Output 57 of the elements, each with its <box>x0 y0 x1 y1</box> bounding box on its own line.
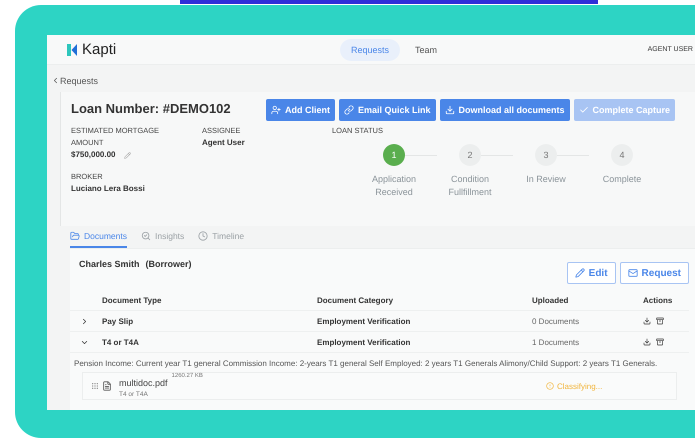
user-plus-icon <box>271 105 281 115</box>
action-button[interactable]: Add Client <box>266 99 335 121</box>
chevron-left-icon <box>51 76 60 85</box>
table-cell-text: Employment Verification <box>317 316 412 326</box>
step-circle: 1 <box>383 144 405 166</box>
file-name: multidoc.pdf <box>119 378 168 388</box>
field-value: Luciano Lera Bossi <box>71 183 146 195</box>
folder-icon <box>70 231 80 241</box>
step-label: Condition Fullfillment <box>447 173 492 199</box>
nav-tab[interactable]: Requests <box>340 38 400 60</box>
file-icon <box>102 381 112 391</box>
search-icon <box>141 231 151 241</box>
download-icon[interactable] <box>643 338 651 346</box>
field-value: $750,000.00 <box>71 149 202 161</box>
outline-button[interactable]: Edit <box>566 262 616 284</box>
tab[interactable]: Insights <box>141 226 184 248</box>
logo-icon <box>67 44 78 56</box>
row-description: Pension Income: Current year T1 general Commission Income: 2-years T1 general Self Employed: 2 years T1 Generals Alimony/Child Support: 2 years T1 Generals. <box>73 358 658 368</box>
pencil-icon <box>574 268 585 278</box>
column-header: Actions <box>643 296 674 304</box>
archive-icon[interactable] <box>656 338 664 346</box>
column-header: Uploaded <box>532 296 570 304</box>
alert-icon <box>546 382 554 390</box>
mail-icon <box>628 268 638 278</box>
check-icon <box>578 105 589 115</box>
action-button[interactable]: Email Quick Link <box>339 99 436 121</box>
step-label: Application Received <box>370 173 418 199</box>
field-value: Agent User <box>202 137 246 149</box>
file-status: Classifying... <box>546 382 676 390</box>
logo-text: Kapti <box>82 41 116 58</box>
table-cell-text: 0 Documents <box>532 316 580 326</box>
table-cell-text: Pay Slip <box>102 316 134 326</box>
nav-tab[interactable]: Team <box>404 38 448 60</box>
download-icon[interactable] <box>643 317 651 325</box>
action-button[interactable]: Download all documents <box>440 99 570 121</box>
chevron-right-icon[interactable] <box>80 316 89 326</box>
back-link[interactable]: Requests <box>47 65 695 90</box>
archive-icon[interactable] <box>656 317 664 325</box>
step-label: Complete <box>602 173 642 186</box>
step-label: In Review <box>525 173 567 186</box>
step-circle: 3 <box>535 144 557 166</box>
table-cell-text: 1 Documents <box>532 338 580 346</box>
column-header: Document Type <box>102 296 162 304</box>
step-circle: 4 <box>611 144 633 166</box>
borrower-name: Charles Smith <box>79 259 140 269</box>
tab[interactable]: Timeline <box>198 226 244 248</box>
clock-icon <box>198 231 208 241</box>
grip-icon[interactable] <box>91 382 99 390</box>
outline-button[interactable]: Request <box>620 262 689 284</box>
table-cell-text: T4 or T4A <box>102 338 140 346</box>
borrower-role: (Borrower) <box>146 259 192 269</box>
table-cell-text: Employment Verification <box>317 338 412 346</box>
step-circle: 2 <box>459 144 481 166</box>
download-icon <box>444 105 455 115</box>
link-icon <box>344 105 354 115</box>
column-header: Document Category <box>317 296 394 304</box>
loan-title: Loan Number: #DEMO102 <box>71 100 232 116</box>
